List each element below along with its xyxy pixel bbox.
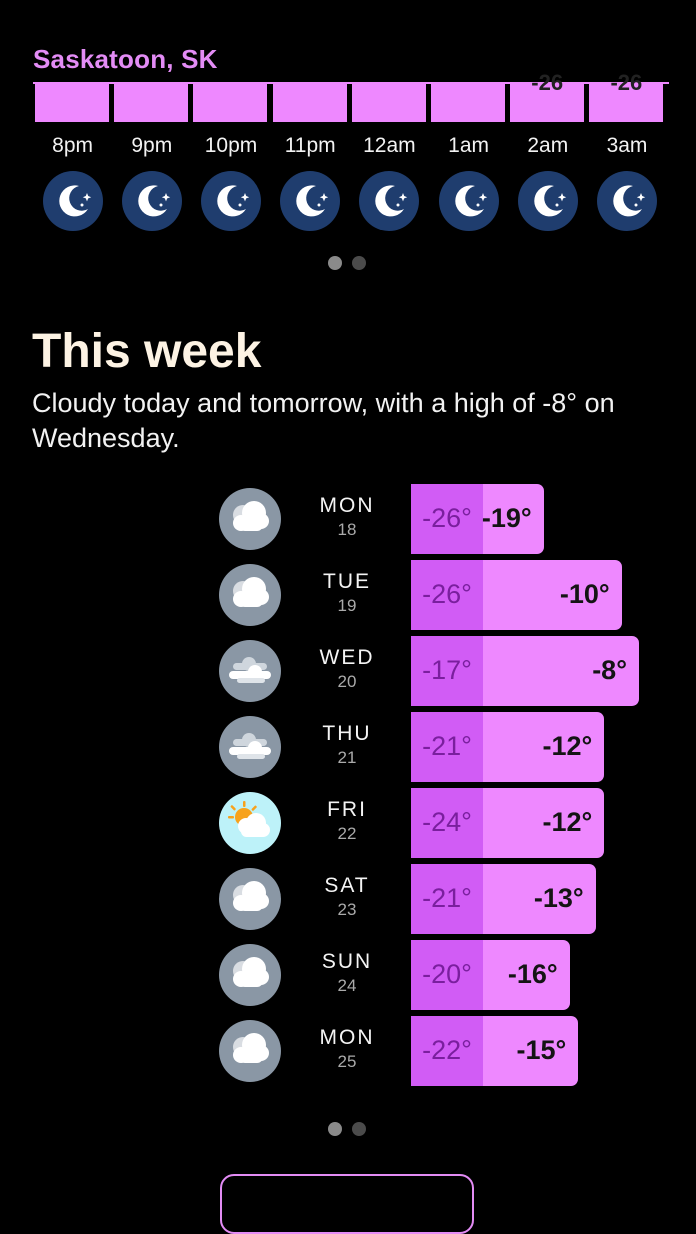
low-temperature: -21° [422, 731, 472, 761]
moon-stars-icon [201, 171, 261, 231]
day-date: 23 [337, 900, 357, 919]
high-temperature: -13° [533, 883, 584, 913]
bottom-button[interactable] [220, 1174, 474, 1234]
hourly-bar [351, 84, 426, 122]
high-temperature: -10° [559, 579, 610, 609]
day-name: MON [319, 494, 375, 517]
cloudy-icon [219, 868, 281, 930]
hourly-bar [272, 84, 347, 122]
day-row[interactable]: FRI 22 -24° -12° [0, 788, 696, 860]
temperature-range-bar: -20° -16° [411, 940, 570, 1010]
moon-stars-icon [438, 171, 499, 231]
day-date: 25 [337, 1052, 357, 1071]
temperature-range-bar: -26° -19° [411, 484, 544, 554]
low-temperature: -24° [422, 807, 472, 837]
hourly-chart: -26 -26 [33, 70, 669, 122]
moon-stars-icon [280, 171, 341, 231]
low-temperature: -17° [422, 655, 472, 685]
hourly-bar [431, 84, 505, 122]
moon-stars-icon [517, 171, 578, 231]
temperature-range-bar: -24° -12° [411, 788, 605, 858]
temperature-range-bar: -22° -15° [411, 1016, 579, 1086]
hour-label: 2am [527, 134, 569, 157]
day-row[interactable]: WED 20 -17° -8° [0, 636, 696, 708]
day-name: SAT [324, 874, 370, 897]
day-row[interactable]: SAT 23 -21° -13° [0, 864, 696, 936]
day-name: WED [319, 646, 375, 669]
moon-stars-icon [597, 171, 657, 231]
partly-sunny-icon [219, 792, 281, 854]
cloudy-icon [219, 564, 281, 626]
page-dot-active[interactable] [328, 256, 342, 270]
cloudy-icon [219, 488, 281, 550]
low-temperature: -26° [422, 579, 472, 609]
location-title: Saskatoon, SK [33, 44, 218, 74]
week-summary: Cloudy today and tomorrow, with a high o… [32, 388, 615, 453]
overcast-icon [219, 716, 281, 778]
hour-label: 3am [606, 134, 648, 157]
moon-stars-icon [121, 171, 182, 231]
moon-stars-icon [359, 171, 420, 231]
moon-stars-icon [42, 171, 103, 231]
day-name: THU [322, 722, 372, 745]
high-temperature: -12° [542, 807, 593, 837]
day-name: FRI [327, 798, 367, 821]
day-date: 21 [337, 748, 357, 767]
high-temperature: -16° [507, 959, 558, 989]
hourly-page-indicator[interactable] [328, 256, 368, 272]
day-date: 22 [337, 824, 357, 843]
temperature-range-bar: -26° -10° [411, 560, 622, 630]
hourly-bar: -26 [510, 70, 585, 122]
cloudy-icon [219, 944, 281, 1006]
hour-label: 10pm [204, 134, 258, 157]
hour-label: 12am [363, 134, 416, 157]
hourly-bar-value: -26 [531, 70, 564, 95]
hour-label: 1am [448, 134, 490, 157]
day-date: 18 [337, 520, 357, 539]
low-temperature: -20° [422, 959, 472, 989]
hour-label: 11pm [284, 134, 336, 157]
page-dot[interactable] [352, 1122, 366, 1136]
day-row[interactable]: MON 18 -26° -19° [0, 484, 696, 556]
low-temperature: -26° [422, 503, 472, 533]
weekly-page-indicator[interactable] [328, 1122, 368, 1138]
hourly-bar [193, 84, 268, 122]
hourly-bar [114, 84, 189, 122]
day-row[interactable]: TUE 19 -26° -10° [0, 560, 696, 632]
hourly-bar-value: -26 [610, 70, 643, 95]
high-temperature: -8° [592, 655, 627, 685]
day-date: 20 [337, 672, 357, 691]
high-temperature: -12° [542, 731, 593, 761]
temperature-range-bar: -21° -13° [411, 864, 596, 934]
hourly-bar: -26 [589, 70, 664, 122]
day-name: MON [319, 1026, 375, 1049]
day-date: 19 [337, 596, 357, 615]
page-dot[interactable] [352, 256, 366, 270]
page-dot-active[interactable] [328, 1122, 342, 1136]
day-date: 24 [337, 976, 357, 995]
day-row[interactable]: THU 21 -21° -12° [0, 712, 696, 784]
overcast-icon [219, 640, 281, 702]
hour-label: 9pm [131, 134, 173, 157]
day-row[interactable]: MON 25 -22° -15° [0, 1016, 696, 1088]
week-title: This week [32, 325, 262, 378]
hourly-bar [35, 84, 109, 122]
high-temperature: -15° [516, 1035, 567, 1065]
temperature-range-bar: -17° -8° [411, 636, 639, 706]
low-temperature: -21° [422, 883, 472, 913]
hour-label: 8pm [52, 134, 94, 157]
day-name: SUN [321, 950, 373, 973]
low-temperature: -22° [422, 1035, 472, 1065]
day-row[interactable]: SUN 24 -20° -16° [0, 940, 696, 1012]
high-temperature: -19° [481, 503, 532, 533]
cloudy-icon [219, 1020, 281, 1082]
day-name: TUE [323, 570, 371, 593]
temperature-range-bar: -21° -12° [411, 712, 605, 782]
